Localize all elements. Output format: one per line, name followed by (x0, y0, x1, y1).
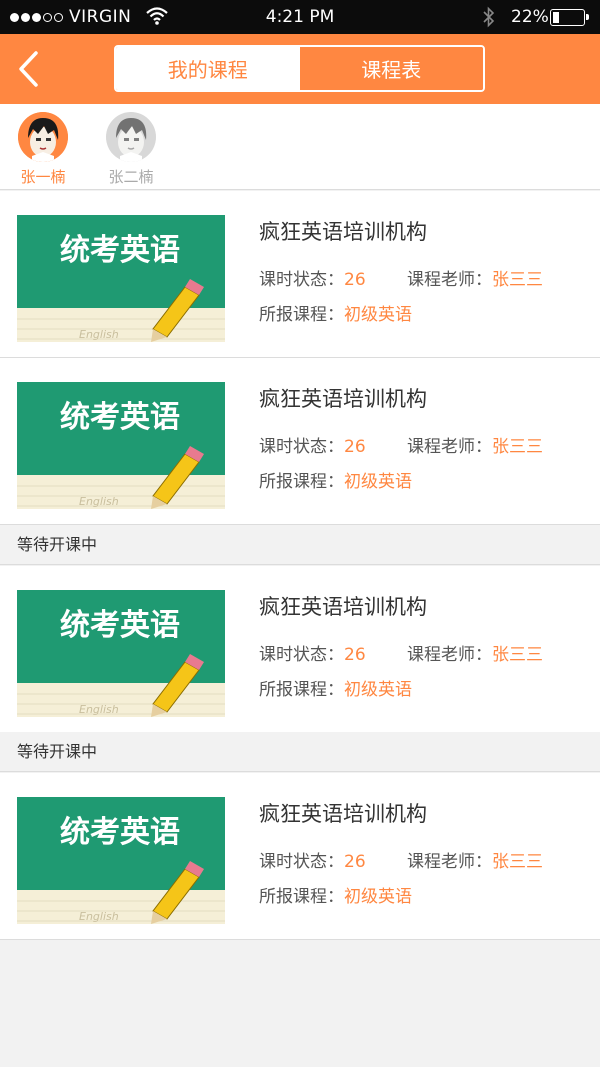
segmented-control: 我的课程 课程表 (114, 45, 485, 92)
course-thumbnail: 统考英语 English (17, 215, 225, 342)
hours-row: 课时状态：26 (259, 437, 366, 457)
teacher-row: 课程老师：张三三 (407, 645, 543, 665)
institution-name: 疯狂英语培训机构 (259, 387, 427, 411)
course-row: 所报课程：初级英语 (259, 887, 412, 907)
teacher-row: 课程老师：张三三 (407, 437, 543, 457)
thumbnail-subtext: English (79, 910, 119, 923)
course-value: 初级英语 (344, 887, 412, 907)
teacher-row: 课程老师：张三三 (407, 270, 543, 290)
course-value: 初级英语 (344, 305, 412, 325)
avatar (18, 112, 68, 162)
institution-name: 疯狂英语培训机构 (259, 802, 427, 826)
hours-row: 课时状态：26 (259, 270, 366, 290)
tab-schedule[interactable]: 课程表 (299, 47, 483, 90)
course-card[interactable]: 统考英语 English 疯狂英语培训机构 课时状态：26 课程老师：张三三 所… (0, 773, 600, 940)
institution-name: 疯狂英语培训机构 (259, 220, 427, 244)
course-thumbnail: 统考英语 English (17, 590, 225, 717)
thumbnail-text: 统考英语 (60, 815, 180, 850)
course-value: 初级英语 (344, 472, 412, 492)
course-row: 所报课程：初级英语 (259, 472, 412, 492)
thumbnail-text: 统考英语 (60, 608, 180, 643)
course-thumbnail: 统考英语 English (17, 382, 225, 509)
bluetooth-icon (483, 6, 495, 28)
teacher-row: 课程老师：张三三 (407, 852, 543, 872)
hours-value: 26 (344, 852, 366, 872)
hours-value: 26 (344, 270, 366, 290)
course-row: 所报课程：初级英语 (259, 305, 412, 325)
battery-fill (553, 12, 559, 23)
hours-value: 26 (344, 437, 366, 457)
student-selector: 张一楠 张二楠 (0, 104, 600, 190)
tab-my-courses[interactable]: 我的课程 (116, 47, 300, 90)
student-item[interactable]: 张一楠 (8, 112, 78, 187)
teacher-value: 张三三 (492, 852, 543, 872)
thumbnail-subtext: English (79, 328, 119, 341)
thumbnail-subtext: English (79, 703, 119, 716)
navigation-bar: 我的课程 课程表 (0, 34, 600, 104)
chevron-left-icon[interactable] (14, 48, 44, 90)
clock: 4:21 PM (265, 7, 335, 27)
hours-value: 26 (344, 645, 366, 665)
student-item[interactable]: 张二楠 (96, 112, 166, 187)
thumbnail-subtext: English (79, 495, 119, 508)
battery-icon (550, 9, 589, 26)
teacher-value: 张三三 (492, 270, 543, 290)
teacher-value: 张三三 (492, 437, 543, 457)
student-name: 张二楠 (108, 168, 154, 186)
battery-percent: 22% (511, 7, 549, 27)
status-bar: VIRGIN 4:21 PM 22% (0, 0, 600, 34)
section-header: 等待开课中 (0, 525, 600, 565)
course-card[interactable]: 统考英语 English 疯狂英语培训机构 课时状态：26 课程老师：张三三 所… (0, 566, 600, 733)
teacher-value: 张三三 (492, 645, 543, 665)
section-header: 等待开课中 (0, 732, 600, 772)
course-card[interactable]: 统考英语 English 疯狂英语培训机构 课时状态：26 课程老师：张三三 所… (0, 191, 600, 358)
course-value: 初级英语 (344, 680, 412, 700)
hours-row: 课时状态：26 (259, 852, 366, 872)
institution-name: 疯狂英语培训机构 (259, 595, 427, 619)
thumbnail-text: 统考英语 (60, 233, 180, 268)
course-row: 所报课程：初级英语 (259, 680, 412, 700)
course-card[interactable]: 统考英语 English 疯狂英语培训机构 课时状态：26 课程老师：张三三 所… (0, 358, 600, 525)
avatar (106, 112, 156, 162)
student-name: 张一楠 (20, 168, 66, 186)
hours-row: 课时状态：26 (259, 645, 366, 665)
thumbnail-text: 统考英语 (60, 400, 180, 435)
course-thumbnail: 统考英语 English (17, 797, 225, 924)
